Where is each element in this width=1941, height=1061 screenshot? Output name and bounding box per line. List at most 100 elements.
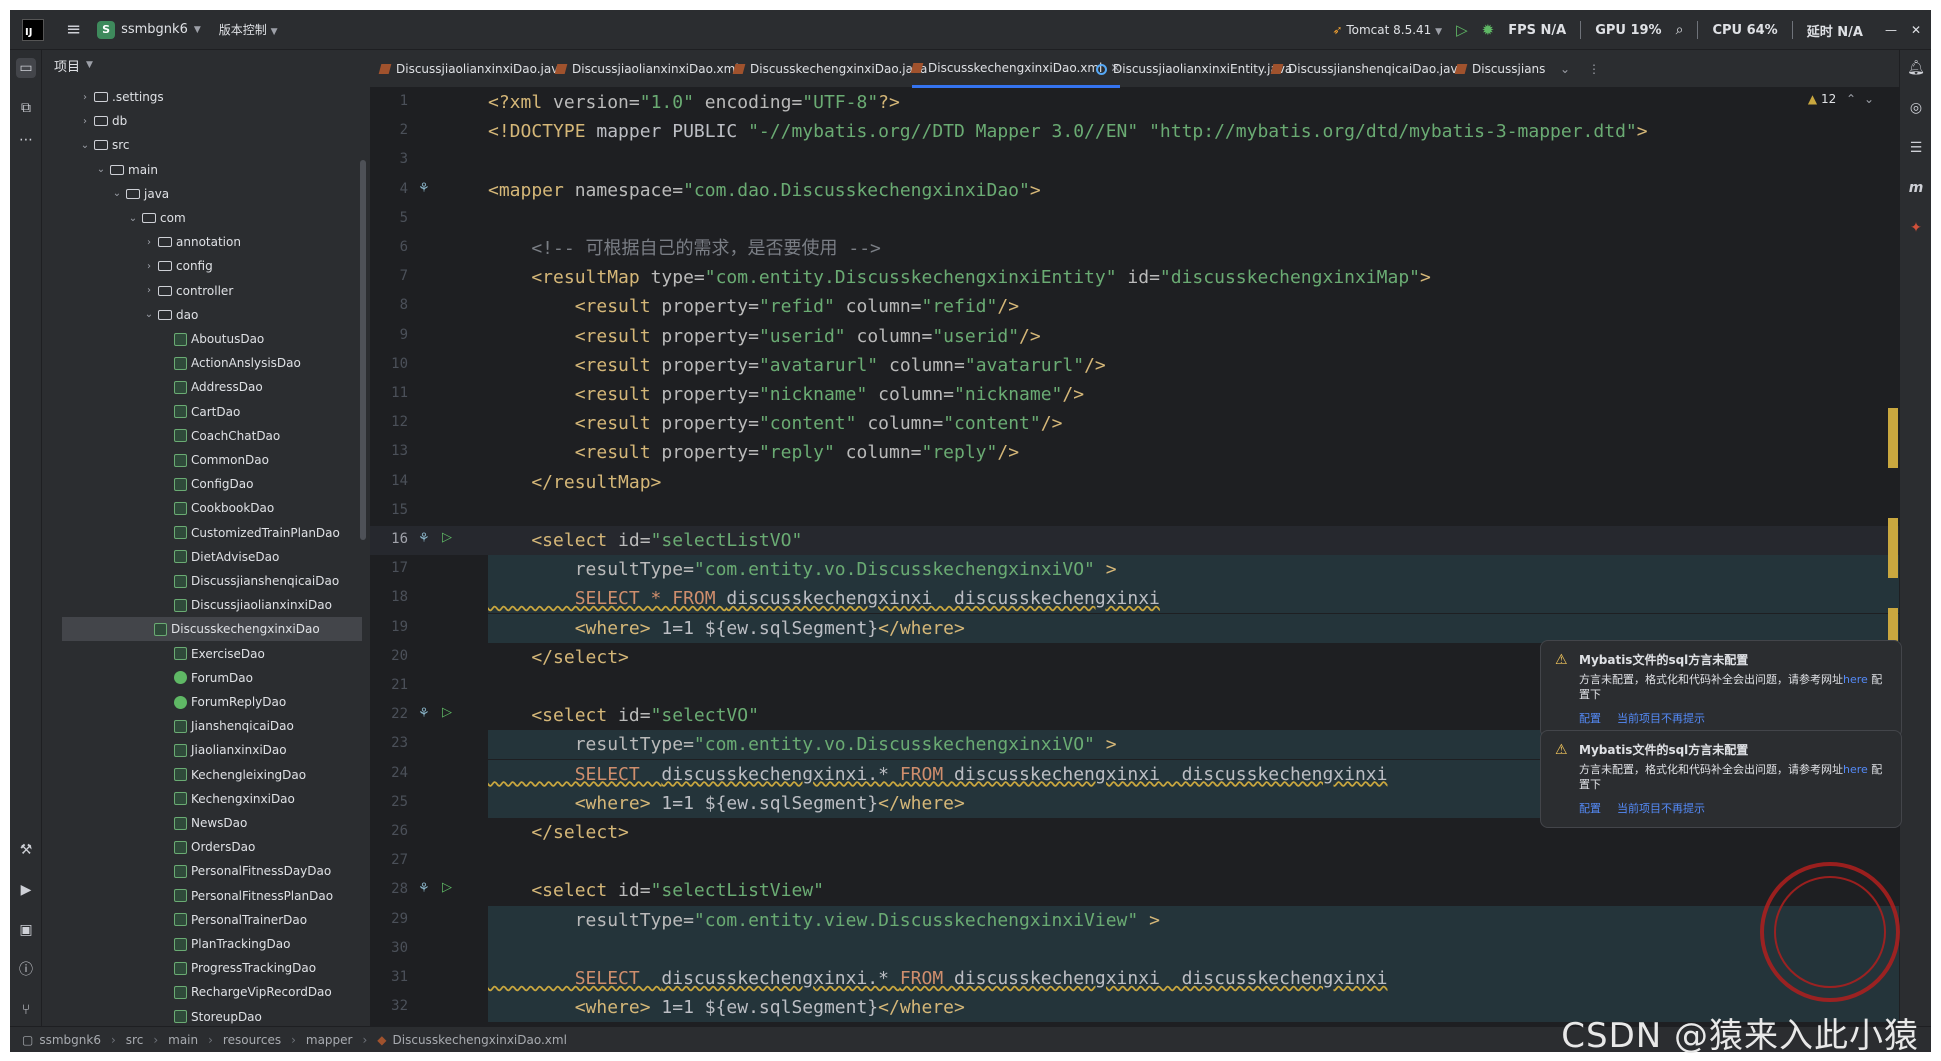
- mybatis-navigate-icon[interactable]: ⚘: [418, 881, 430, 896]
- tree-item[interactable]: DietAdviseDao: [42, 545, 362, 569]
- tree-item[interactable]: DiscussjiaolianxinxiDao: [42, 593, 362, 617]
- run-icon[interactable]: ▷: [1456, 21, 1468, 39]
- tree-item[interactable]: ForumDao: [42, 666, 362, 690]
- code-line[interactable]: resultType="com.entity.vo.Discusskecheng…: [488, 555, 1117, 584]
- mybatis-navigate-icon[interactable]: ⚘: [418, 706, 430, 721]
- chevron-down-icon[interactable]: ⌄: [94, 164, 108, 175]
- editor-tab[interactable]: Discussjians: [1454, 50, 1545, 88]
- tree-item[interactable]: ProgressTrackingDao: [42, 956, 362, 980]
- code-line[interactable]: <resultMap type="com.entity.Discusskeche…: [488, 263, 1431, 292]
- tree-item[interactable]: RechargeVipRecordDao: [42, 980, 362, 1004]
- tree-item[interactable]: JianshenqicaiDao: [42, 714, 362, 738]
- configure-link[interactable]: 配置: [1579, 800, 1601, 816]
- code-line[interactable]: <!-- 可根据自己的需求，是否要使用 -->: [488, 234, 881, 263]
- editor-tab[interactable]: DiscussjianshenqicaiDao.java: [1270, 50, 1465, 88]
- chevron-down-icon[interactable]: ⌄: [110, 188, 124, 199]
- dont-show-again-link[interactable]: 当前项目不再提示: [1617, 710, 1705, 726]
- code-line[interactable]: <mapper namespace="com.dao.Discusskechen…: [488, 176, 1041, 205]
- search-icon[interactable]: ⌕: [1676, 22, 1684, 38]
- tree-item[interactable]: ⌄ com: [42, 206, 362, 230]
- tree-item[interactable]: ⌄ java: [42, 182, 362, 206]
- code-line[interactable]: <result property="content" column="conte…: [488, 409, 1063, 438]
- tree-item[interactable]: › .settings: [42, 85, 362, 109]
- dont-show-again-link[interactable]: 当前项目不再提示: [1617, 800, 1705, 816]
- configure-link[interactable]: 配置: [1579, 710, 1601, 726]
- tree-item[interactable]: StoreupDao: [42, 1005, 362, 1029]
- editor-scrollbar[interactable]: [1886, 88, 1900, 1026]
- project-folder-icon[interactable]: ▭: [16, 58, 36, 78]
- structure-icon[interactable]: ⧉: [16, 98, 36, 118]
- chevron-right-icon[interactable]: ›: [78, 116, 92, 127]
- tree-item[interactable]: › annotation: [42, 230, 362, 254]
- mybatis-navigate-icon[interactable]: ⚘: [418, 531, 430, 546]
- mybatis-navigate-icon[interactable]: ⚘: [418, 181, 430, 196]
- chevron-up-icon[interactable]: ⌃: [1846, 92, 1856, 106]
- code-line[interactable]: <result property="nickname" column="nick…: [488, 380, 1084, 409]
- tree-item[interactable]: DiscusskechengxinxiDao: [62, 617, 362, 642]
- code-line[interactable]: <where> 1=1 ${ew.sqlSegment}</where>: [488, 614, 965, 643]
- tree-item[interactable]: AboutusDao: [42, 327, 362, 351]
- tree-item[interactable]: KechengleixingDao: [42, 763, 362, 787]
- main-menu-icon[interactable]: ≡: [66, 19, 81, 40]
- notification-link[interactable]: here: [1843, 763, 1868, 776]
- tree-item[interactable]: KechengxinxiDao: [42, 787, 362, 811]
- breadcrumb-item[interactable]: ssmbgnk6: [39, 1033, 101, 1047]
- code-line[interactable]: </select>: [488, 818, 629, 847]
- chevron-right-icon[interactable]: ›: [142, 237, 156, 248]
- tree-item[interactable]: AddressDao: [42, 375, 362, 399]
- code-line[interactable]: resultType="com.entity.vo.Discusskecheng…: [488, 730, 1117, 759]
- problems-icon[interactable]: ⓘ: [16, 960, 36, 980]
- tree-item[interactable]: › db: [42, 109, 362, 133]
- tree-item[interactable]: CommonDao: [42, 448, 362, 472]
- git-icon[interactable]: ⑂: [16, 1000, 36, 1020]
- chevron-down-icon[interactable]: ⌄: [142, 309, 156, 320]
- tree-item[interactable]: PersonalFitnessPlanDao: [42, 884, 362, 908]
- services-icon[interactable]: ▶: [16, 880, 36, 900]
- breadcrumb-item[interactable]: mapper: [306, 1033, 353, 1047]
- warning-marker[interactable]: [1888, 518, 1898, 578]
- tree-item[interactable]: ⌄ dao: [42, 303, 362, 327]
- tree-item[interactable]: PersonalFitnessDayDao: [42, 859, 362, 883]
- tree-item[interactable]: ⌄ main: [42, 158, 362, 182]
- tree-item[interactable]: CustomizedTrainPlanDao: [42, 521, 362, 545]
- project-panel-header[interactable]: 项目 ▼: [42, 50, 370, 80]
- inspection-widget[interactable]: ▲ 12 ⌃ ⌄: [1808, 92, 1874, 106]
- code-line[interactable]: SELECT discusskechengxinxi.* FROM discus…: [488, 964, 1388, 993]
- tree-item[interactable]: PlanTrackingDao: [42, 932, 362, 956]
- code-line[interactable]: <?xml version="1.0" encoding="UTF-8"?>: [488, 88, 900, 117]
- code-line[interactable]: <select id="selectListView": [488, 876, 824, 905]
- run-config-selector[interactable]: ➶ Tomcat 8.5.41 ▼: [1332, 23, 1442, 37]
- editor-tab[interactable]: DiscusskechengxinxiDao.xml ✕: [910, 50, 1121, 88]
- code-line[interactable]: <select id="selectListVO": [488, 526, 802, 555]
- minimize-icon[interactable]: —: [1885, 23, 1897, 37]
- chevron-down-icon[interactable]: ⌄: [1864, 92, 1874, 106]
- database-icon[interactable]: ☰: [1906, 138, 1926, 158]
- code-line[interactable]: <!DOCTYPE mapper PUBLIC "-//mybatis.org/…: [488, 117, 1648, 146]
- tree-item[interactable]: ConfigDao: [42, 472, 362, 496]
- code-line[interactable]: <result property="avatarurl" column="ava…: [488, 351, 1106, 380]
- breadcrumb-item[interactable]: src: [126, 1033, 144, 1047]
- run-statement-icon[interactable]: ▷: [442, 530, 452, 545]
- code-line[interactable]: <result property="userid" column="userid…: [488, 322, 1041, 351]
- breadcrumb-item[interactable]: resources: [223, 1033, 281, 1047]
- breadcrumb-item[interactable]: DiscusskechengxinxiDao.xml: [393, 1033, 567, 1047]
- tree-item[interactable]: NewsDao: [42, 811, 362, 835]
- code-line[interactable]: resultType="com.entity.view.Discusskeche…: [488, 906, 1160, 935]
- run-statement-icon[interactable]: ▷: [442, 880, 452, 895]
- maven-icon[interactable]: m: [1906, 178, 1926, 198]
- code-line[interactable]: <where> 1=1 ${ew.sqlSegment}</where>: [488, 993, 965, 1022]
- run-statement-icon[interactable]: ▷: [442, 705, 452, 720]
- editor-tab[interactable]: DiscusskechengxinxiDao.java: [732, 50, 927, 88]
- mybatis-icon[interactable]: ✦: [1906, 218, 1926, 238]
- code-line[interactable]: </select>: [488, 643, 629, 672]
- warning-marker[interactable]: [1888, 438, 1898, 441]
- code-editor[interactable]: 1 2 3 4 5 6 7 8 9 10 11 12 13 14 15 16 17 18 19 20 21 22 23 24 2…: [370, 88, 1900, 1026]
- chevron-down-icon[interactable]: ⌄: [78, 140, 92, 151]
- chevron-right-icon[interactable]: ›: [142, 261, 156, 272]
- tree-item[interactable]: CoachChatDao: [42, 424, 362, 448]
- code-line[interactable]: <result property="refid" column="refid"/…: [488, 292, 1019, 321]
- tree-item[interactable]: ForumReplyDao: [42, 690, 362, 714]
- tree-item[interactable]: ExerciseDao: [42, 642, 362, 666]
- tabs-overflow-icon[interactable]: ⌄: [1560, 50, 1570, 88]
- notification-link[interactable]: here: [1843, 673, 1868, 686]
